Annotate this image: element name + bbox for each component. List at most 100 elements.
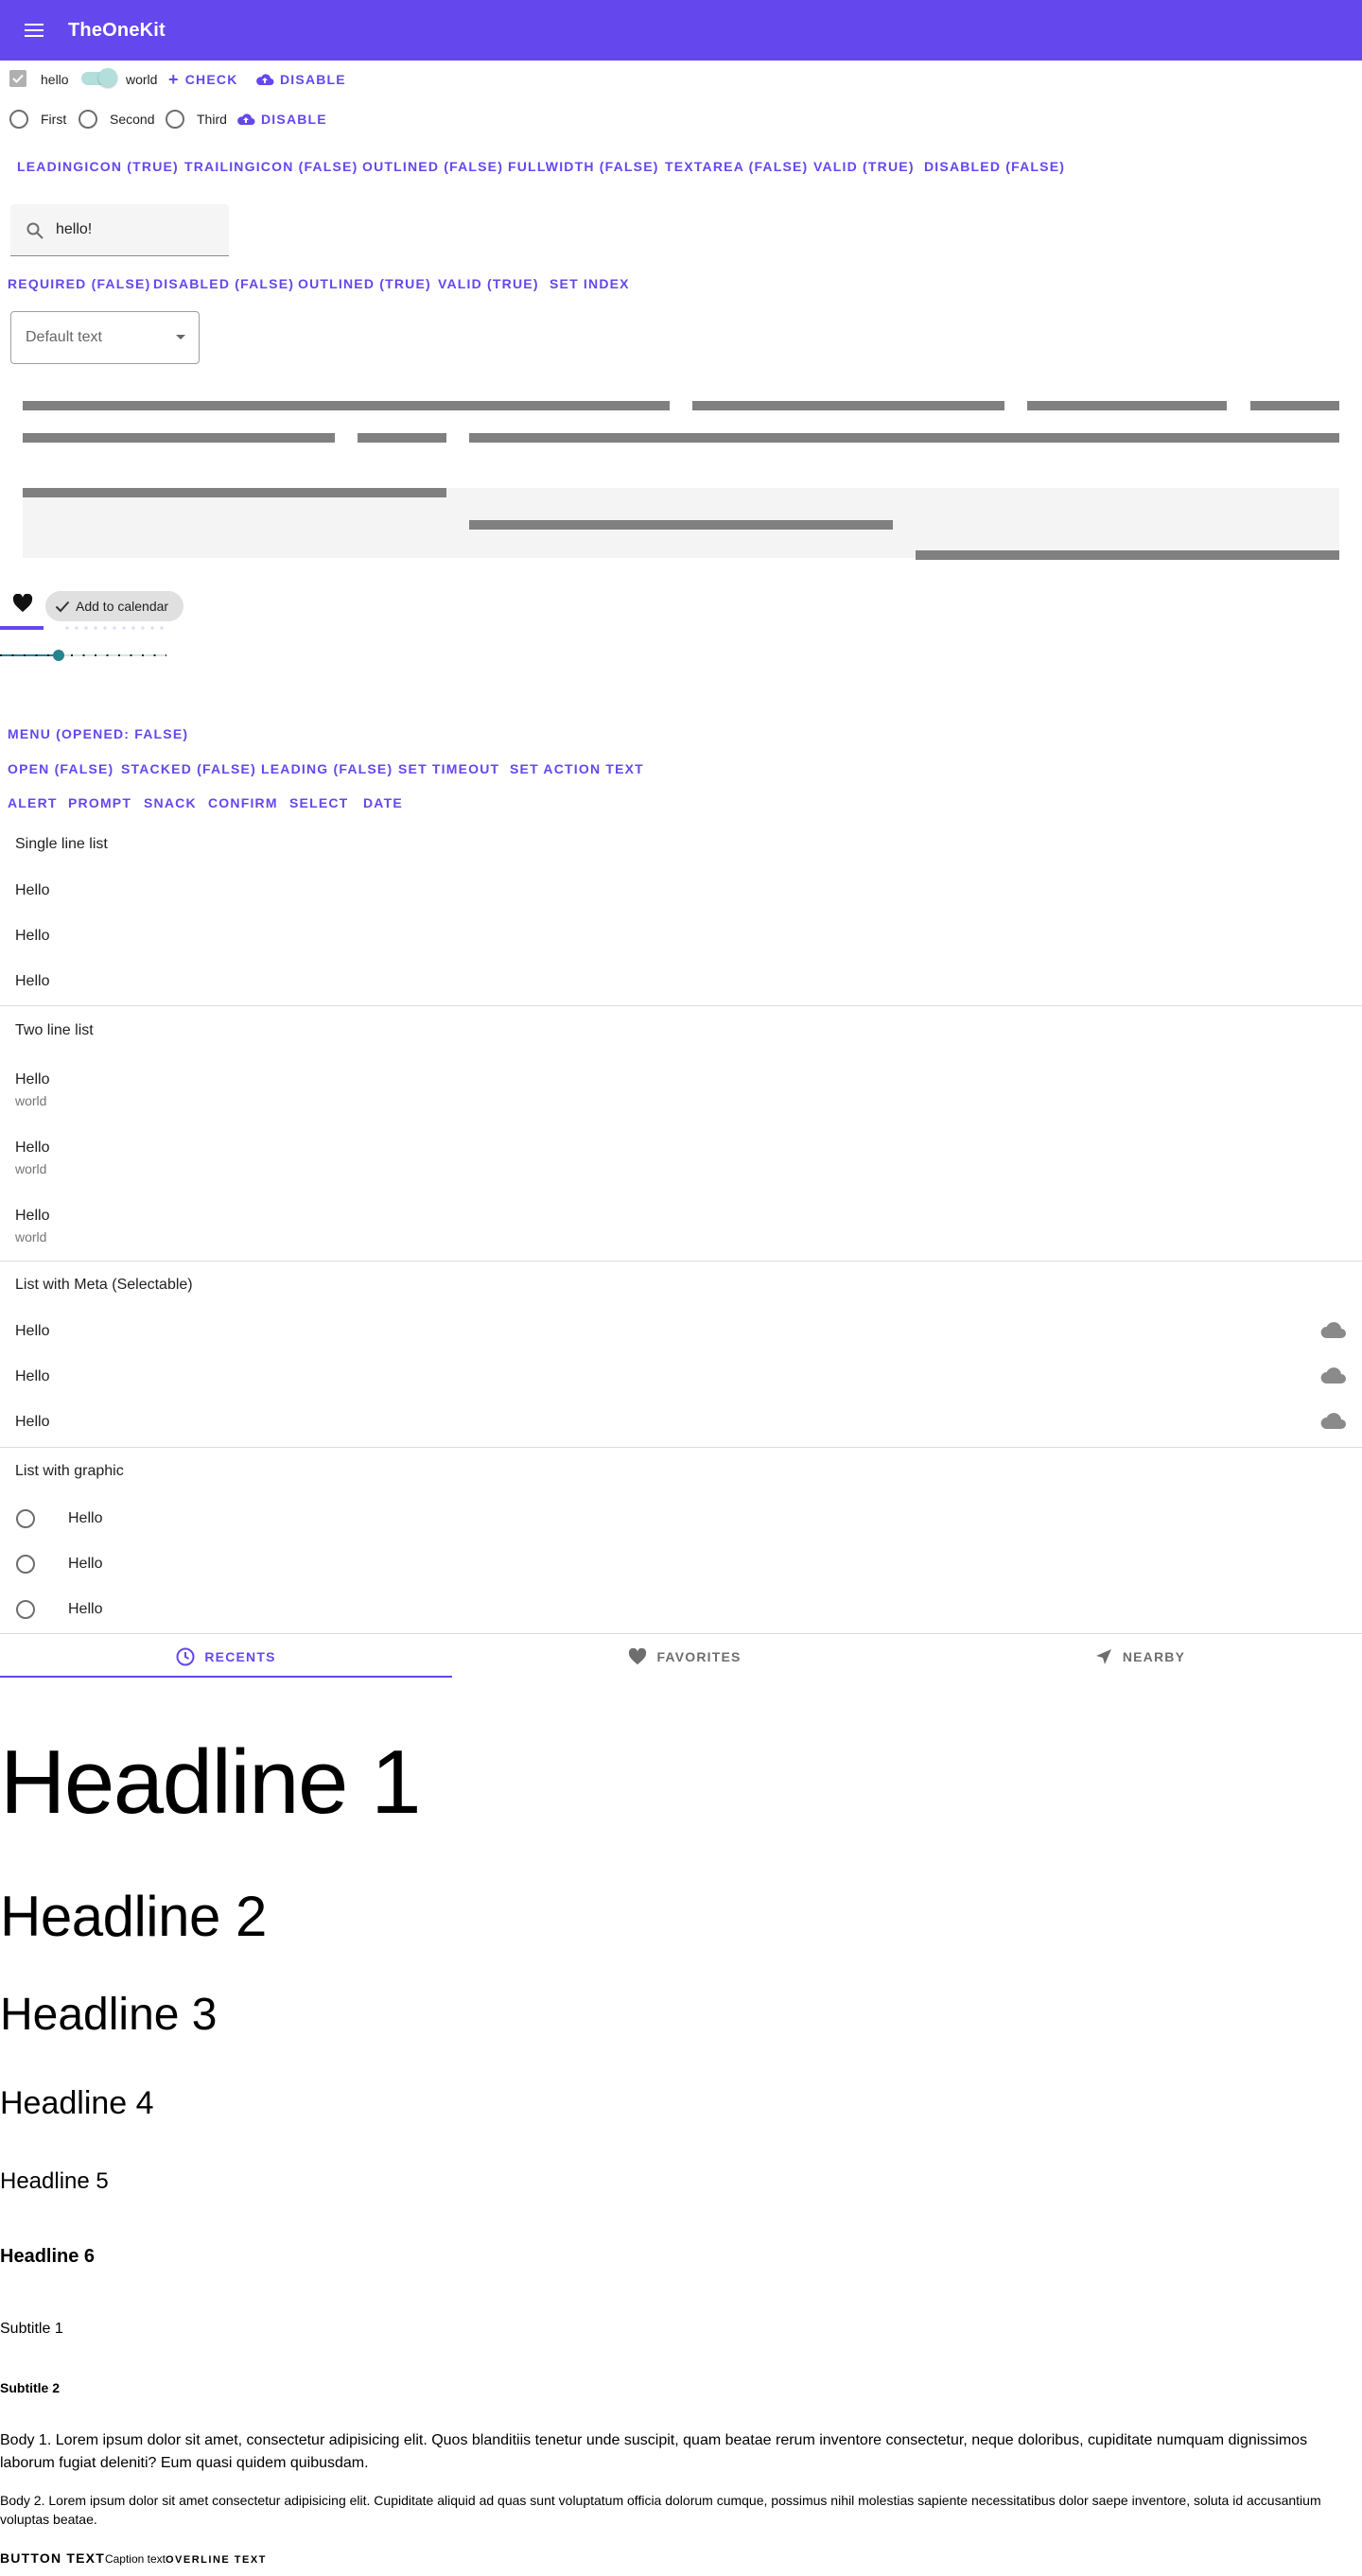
- tab-favorites-label: Favorites: [656, 1649, 742, 1664]
- clock-icon: [176, 1647, 195, 1666]
- headline-2: Headline 2: [0, 1885, 267, 1948]
- set-index-button[interactable]: set index: [550, 276, 630, 291]
- disable-radio-button[interactable]: Disable: [236, 112, 327, 127]
- body-2-text: Body 2. Lorem ipsum dolor sit amet conse…: [0, 2493, 1321, 2527]
- list-item[interactable]: Hello: [15, 1323, 49, 1340]
- radio-first[interactable]: [9, 110, 28, 129]
- cloud-upload-icon: [237, 113, 255, 125]
- top-app-bar: TheOneKit: [0, 0, 1362, 61]
- slider-thumb[interactable]: [53, 650, 64, 661]
- image-bar: [469, 520, 893, 530]
- disable-button-label: Disable: [280, 72, 346, 87]
- disabled-toggle-button[interactable]: disabled (false): [924, 159, 1065, 174]
- confirm-button[interactable]: confirm: [208, 795, 278, 810]
- date-button[interactable]: date: [363, 795, 403, 810]
- cloud-icon: [1320, 1322, 1346, 1338]
- alert-button[interactable]: alert: [8, 795, 58, 810]
- typography-inline-row: Button text Caption text Overline text: [0, 2550, 267, 2566]
- overline-text-sample: Overline text: [166, 2554, 267, 2566]
- headline-3: Headline 3: [0, 1990, 218, 2040]
- plus-icon: +: [168, 70, 180, 89]
- switch[interactable]: [81, 68, 117, 87]
- discrete-slider[interactable]: [0, 649, 166, 662]
- list-graphic-radio[interactable]: [16, 1600, 35, 1619]
- subtitle-1: Subtitle 1: [0, 2321, 63, 2337]
- list-divider: [0, 1005, 1362, 1006]
- disable-radio-button-label: Disable: [261, 112, 327, 127]
- switch-label: world: [126, 72, 158, 87]
- headline-6: Headline 6: [0, 2246, 96, 2267]
- caption-text-sample: Caption text: [104, 2552, 166, 2566]
- list-item-primary[interactable]: Hello: [15, 1208, 49, 1225]
- check-button[interactable]: + Check: [168, 70, 238, 89]
- list-header: List with graphic: [15, 1463, 124, 1479]
- list-item[interactable]: Hello: [15, 973, 49, 990]
- progress-fill: [0, 626, 44, 630]
- snackbar-stacked-button[interactable]: stacked (false): [121, 761, 256, 776]
- menu-icon[interactable]: [0, 0, 68, 61]
- leadingicon-toggle-button[interactable]: leadingIcon (true): [17, 159, 179, 174]
- add-to-calendar-chip[interactable]: Add to calendar: [45, 591, 183, 621]
- list-item-secondary: world: [15, 1161, 47, 1176]
- list-item[interactable]: Hello: [68, 1556, 102, 1573]
- tab-nearby-label: Nearby: [1122, 1649, 1186, 1664]
- trailingicon-toggle-button[interactable]: trailingIcon (false): [184, 159, 358, 174]
- image-bar: [1027, 401, 1227, 410]
- list-graphic-radio[interactable]: [16, 1509, 35, 1528]
- list-graphic-radio[interactable]: [16, 1555, 35, 1574]
- radio-third-label: Third: [197, 112, 227, 127]
- radio-second-label: Second: [110, 112, 155, 127]
- list-item[interactable]: Hello: [68, 1510, 102, 1527]
- prompt-button[interactable]: prompt: [68, 795, 131, 810]
- radio-first-label: First: [41, 112, 67, 127]
- outlined-toggle-button[interactable]: outlined (false): [362, 159, 503, 174]
- headline-5: Headline 5: [0, 2168, 109, 2194]
- snackbar-leading-button[interactable]: leading (false): [261, 761, 393, 776]
- search-input-value: hello!: [56, 221, 93, 237]
- required-toggle-button[interactable]: required (false): [8, 276, 150, 291]
- radio-third[interactable]: [166, 110, 184, 129]
- list-item[interactable]: Hello: [68, 1601, 102, 1618]
- list-divider: [0, 1261, 1362, 1262]
- radio-second[interactable]: [79, 110, 97, 129]
- outlined-select[interactable]: Default text: [10, 311, 200, 364]
- valid-toggle-button[interactable]: valid (true): [813, 159, 915, 174]
- heart-icon: [629, 1648, 647, 1665]
- select-outlined-toggle-button[interactable]: outlined (true): [298, 276, 431, 291]
- checkbox[interactable]: [9, 70, 26, 87]
- list-item-primary[interactable]: Hello: [15, 1071, 49, 1088]
- heart-icon[interactable]: [12, 594, 33, 613]
- disable-button[interactable]: Disable: [255, 72, 346, 87]
- tab-recents[interactable]: Recents: [0, 1634, 452, 1680]
- set-timeout-button[interactable]: set timeout: [398, 761, 499, 776]
- list-item[interactable]: Hello: [15, 928, 49, 945]
- select-button[interactable]: select: [289, 795, 348, 810]
- select-valid-toggle-button[interactable]: valid (true): [438, 276, 539, 291]
- headline-4: Headline 4: [0, 2085, 154, 2121]
- body-1-text: Body 1. Lorem ipsum dolor sit amet, cons…: [0, 2432, 1308, 2471]
- app-title: TheOneKit: [68, 19, 166, 41]
- cloud-icon: [1320, 1413, 1346, 1429]
- search-textfield[interactable]: hello!: [10, 204, 229, 256]
- set-action-text-button[interactable]: set action text: [510, 761, 644, 776]
- fullwidth-toggle-button[interactable]: fullwidth (false): [508, 159, 659, 174]
- list-item[interactable]: Hello: [15, 882, 49, 899]
- snack-button[interactable]: snack: [144, 795, 197, 810]
- list-item[interactable]: Hello: [15, 1368, 49, 1385]
- list-item-primary[interactable]: Hello: [15, 1140, 49, 1157]
- image-bar: [916, 550, 1339, 560]
- image-bar: [23, 433, 335, 443]
- snackbar-open-button[interactable]: open (false): [8, 761, 114, 776]
- select-disabled-toggle-button[interactable]: disabled (false): [153, 276, 294, 291]
- button-text-sample: Button text: [0, 2550, 105, 2566]
- list-item[interactable]: Hello: [15, 1414, 49, 1431]
- active-tab-indicator: [0, 1676, 452, 1678]
- list-header: List with Meta (Selectable): [15, 1277, 193, 1293]
- headline-1: Headline 1: [0, 1732, 422, 1833]
- menu-toggle-button[interactable]: menu (opened: false): [8, 726, 188, 741]
- tab-favorites[interactable]: Favorites: [452, 1634, 917, 1680]
- tab-nearby[interactable]: Nearby: [917, 1634, 1362, 1680]
- tab-recents-label: Recents: [204, 1649, 276, 1664]
- checkbox-label: hello: [41, 72, 69, 87]
- textarea-toggle-button[interactable]: textarea (false): [665, 159, 808, 174]
